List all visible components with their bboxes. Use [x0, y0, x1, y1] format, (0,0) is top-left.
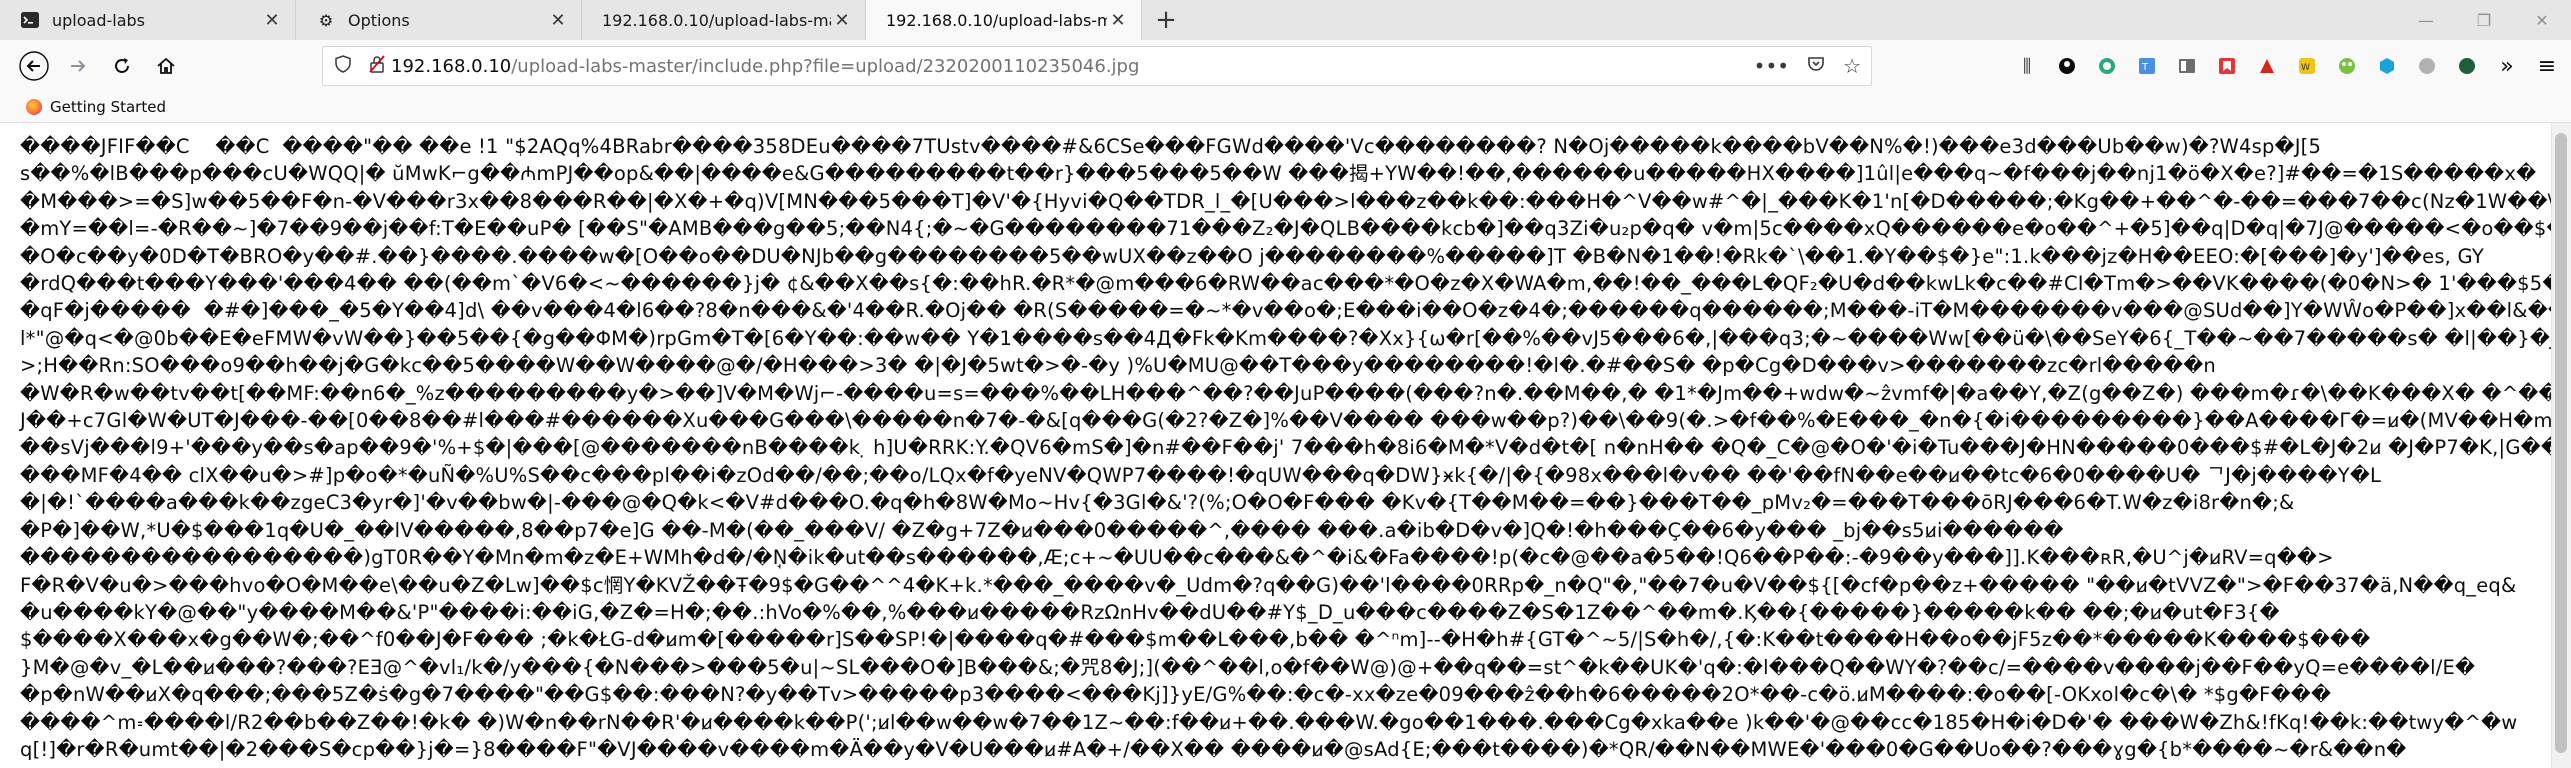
tab-strip: upload-labs ✕ ⚙ Options ✕ 192.168.0.10/u… [0, 0, 2571, 40]
binary-text-line: �M���>=�S]w��5��F�n-�V���r3x��8���R��|�X… [20, 189, 2552, 213]
bookmarks-toolbar: Getting Started [0, 92, 2571, 123]
tab-include-php-1[interactable]: 192.168.0.10/upload-labs-maste ✕ [582, 0, 866, 40]
tab-title: upload-labs [52, 10, 146, 30]
binary-text-line: �����������������)gT0R��Y�Mn�m�z�E+WMh�d… [20, 546, 2334, 570]
binary-text-line: q[!]�r�R�umt��|�2���S�cp��}j�=}8����F"�V… [20, 737, 2407, 761]
binary-text-line: �O�c��y�0D�T�BRO�y��#.��}����.����w�[O��… [20, 244, 2484, 268]
binary-text-line: l*"@�q<�@0b��E�eFMW�vW��}��5��{�g��ΦM�)r… [20, 326, 2552, 350]
scrollbar-thumb[interactable] [2555, 133, 2567, 753]
extension-green-icon[interactable] [2087, 46, 2127, 86]
dark-green-extension-icon[interactable] [2447, 46, 2487, 86]
menu-icon[interactable]: ≡ [2527, 46, 2567, 86]
binary-text-line: s��%�lB���p���cU�WQQ|� ŭMwK⌐g��₼mPJ��op&… [20, 162, 2537, 186]
binary-text-line: �P�]��W,*U�$���1q�U�_��lV�����,8��p7�e]G… [20, 518, 2064, 542]
tracking-shield-icon[interactable] [323, 54, 363, 78]
window-close-icon[interactable]: ✕ [2513, 0, 2571, 40]
close-icon[interactable]: ✕ [547, 10, 569, 31]
pocket-icon[interactable] [1807, 54, 1825, 78]
binary-text-line: F�R�V�u�>���hvo�O�M��e\��u�Z�Lw]��$c惘Y�K… [20, 573, 2517, 597]
reload-button[interactable] [100, 44, 144, 88]
url-host: 192.168.0.10 [391, 55, 512, 77]
palette-extension-icon[interactable] [2327, 46, 2367, 86]
gear-icon: ⚙ [318, 10, 334, 30]
new-tab-button[interactable]: + [1142, 0, 1190, 40]
close-icon[interactable]: ✕ [261, 10, 283, 31]
svg-text:T: T [2141, 62, 2149, 73]
home-button[interactable] [144, 44, 188, 88]
binary-output-text: ����JFIF��C ��C ����"�� ��e !1 "$2AQq%4B… [0, 123, 2552, 763]
binary-text-line: �W�R�w��tv��t[��MF:��n6�_%z���������y�>�… [20, 381, 2552, 405]
window-controls: — ❐ ✕ [2397, 0, 2571, 40]
close-icon[interactable]: ✕ [1107, 10, 1129, 31]
binary-text-line: ����^m꞊����l/R2��b��Z��!�k� �)W�n��rN��R… [20, 710, 2518, 734]
grey-extension-icon[interactable] [2407, 46, 2447, 86]
tab-upload-labs[interactable]: upload-labs ✕ [0, 0, 296, 40]
cube-extension-icon[interactable] [2367, 46, 2407, 86]
binary-text-line: �qF�j����� �#�]���_�5�Y��4]d\ ��v���4�l6… [20, 299, 2552, 323]
bookmark-getting-started[interactable]: Getting Started [0, 98, 166, 116]
insecure-lock-icon[interactable] [363, 54, 391, 78]
forward-button[interactable] [56, 44, 100, 88]
url-path: /upload-labs-master/include.php?file=upl… [511, 55, 1140, 77]
binary-text-line: �u����kY�@��"y����M��&'P"����i:��iG,�Z�=… [20, 600, 2280, 624]
binary-text-line: }M�@�v_�L��ꞹ���?���?EƎ@^�vl₁/k�/y���{�N�… [20, 655, 2476, 679]
tab-title: 192.168.0.10/upload-labs-maste [886, 10, 1107, 30]
svg-text:W: W [2301, 63, 2310, 73]
binary-text-line: ����JFIF��C ��C ����"�� ��e !1 "$2AQq%4B… [20, 135, 2322, 158]
bookmark-label: Getting Started [50, 98, 166, 116]
extensions-toolbar: ⫼ T W » ≡ [2007, 40, 2571, 92]
back-arrow-icon [19, 51, 49, 81]
pdf-extension-icon[interactable] [2247, 46, 2287, 86]
restore-icon[interactable]: ❐ [2455, 0, 2513, 40]
hackbar-extension-icon[interactable]: W [2287, 46, 2327, 86]
navigation-toolbar: 192.168.0.10/upload-labs-master/include.… [0, 40, 2571, 92]
forward-arrow-icon [71, 60, 86, 72]
binary-text-line: ���MF�4�� clX��u�>#]p�o�*�uÑ�%U%S��c���p… [20, 463, 2382, 487]
binary-text-line: >;H��Rn:SO���o9��h��j�G�kc��5����W��W���… [20, 354, 2216, 378]
page-content: ����JFIF��C ��C ����"�� ��e !1 "$2AQq%4B… [0, 123, 2552, 768]
close-icon[interactable]: ✕ [831, 10, 853, 31]
account-icon[interactable] [2047, 46, 2087, 86]
library-icon[interactable]: ⫼ [2007, 46, 2047, 86]
back-button[interactable] [12, 44, 56, 88]
reload-icon [115, 58, 129, 73]
url-bar[interactable]: 192.168.0.10/upload-labs-master/include.… [322, 46, 1872, 86]
binary-text-line: �rdQ���t���Y���'���4�� ��(��m`�V6�<~����… [20, 272, 2552, 296]
binary-text-line: �mY=��l=-�R��~]�7��9��j��f:T�E��uP� [��S… [20, 217, 2552, 241]
bookmark-star-icon[interactable]: ☆ [1843, 54, 1861, 78]
binary-text-line: J��+c7Gl�W�UT�J���-��[0��8��#l���#������… [20, 409, 2552, 433]
binary-text-line: �p�nW��ꞹX�q���;���5Z�ṡ�g�7����"��G$��:��… [20, 683, 2332, 707]
binary-text-line: �|�!`����a���k��zgeC3�yr�]'�v��bw�|-���@… [20, 491, 2295, 515]
firefox-icon [26, 99, 42, 115]
minimize-icon[interactable]: — [2397, 0, 2455, 40]
tab-options[interactable]: ⚙ Options ✕ [296, 0, 582, 40]
save-extension-icon[interactable] [2207, 46, 2247, 86]
tab-include-php-2[interactable]: 192.168.0.10/upload-labs-maste ✕ [866, 0, 1142, 40]
binary-text-line: $����X���x�g��W�;��^f0��J�F��� ;�k�ŁG-d�… [20, 628, 2371, 652]
tab-title: Options [348, 10, 410, 30]
tab-title: 192.168.0.10/upload-labs-maste [602, 10, 831, 30]
vertical-scrollbar[interactable] [2551, 123, 2571, 768]
overflow-chevron-icon[interactable]: » [2487, 46, 2527, 86]
binary-text-line: ��sVj���l9+'���y��s�ap��9�'%+$�|���[@���… [20, 436, 2552, 460]
terminal-icon [20, 10, 40, 30]
translate-icon[interactable]: T [2127, 46, 2167, 86]
reader-extension-icon[interactable] [2167, 46, 2207, 86]
home-icon [157, 57, 175, 74]
page-actions-icon[interactable]: ••• [1754, 54, 1789, 78]
